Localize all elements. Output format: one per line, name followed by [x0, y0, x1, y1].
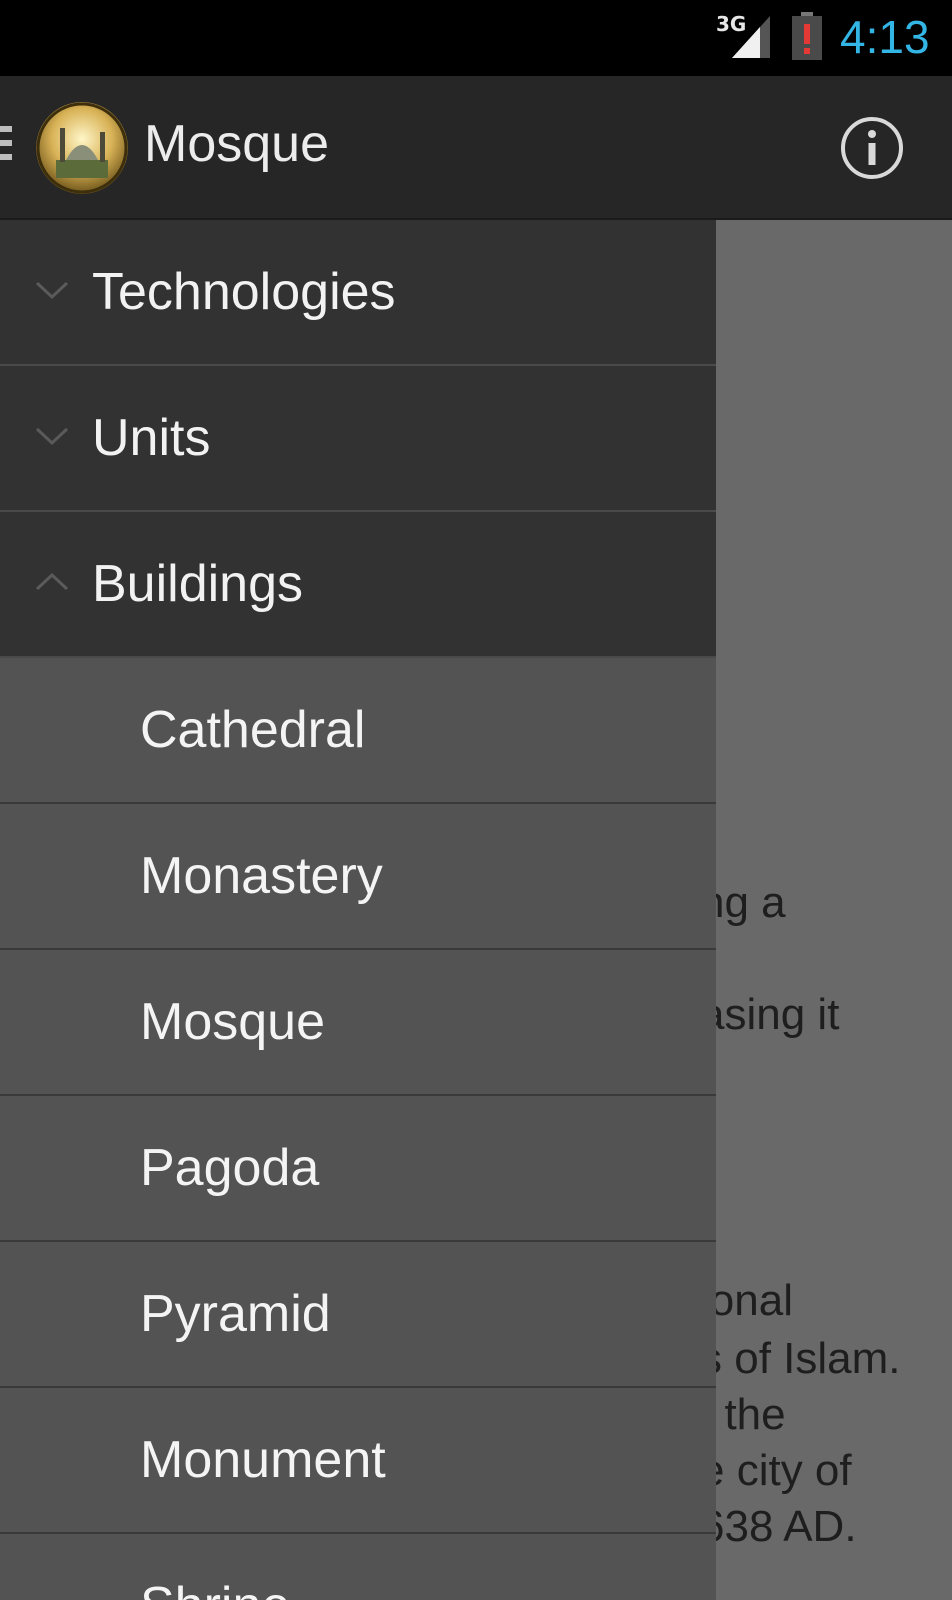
- content-text-line: 638 AD.: [700, 1502, 857, 1551]
- drawer-item-label: Shrine: [140, 1576, 290, 1600]
- content-text-line: s of Islam.: [700, 1334, 901, 1383]
- drawer-group-label: Units: [92, 409, 211, 467]
- chevron-down-icon: [35, 427, 69, 446]
- drawer-item-shrine[interactable]: Shrine: [0, 1534, 716, 1600]
- drawer-group-label: Buildings: [92, 555, 304, 613]
- signal-icon: [732, 16, 770, 58]
- drawer-group-label: Technologies: [92, 263, 396, 321]
- drawer-item-cathedral[interactable]: Cathedral: [0, 658, 716, 804]
- drawer-item-label: Pyramid: [140, 1285, 331, 1343]
- drawer-item-mosque[interactable]: Mosque: [0, 950, 716, 1096]
- clock: 4:13: [840, 11, 930, 63]
- drawer-item-label: Pagoda: [140, 1139, 320, 1197]
- drawer-item-monastery[interactable]: Monastery: [0, 804, 716, 950]
- drawer-indicator-icon[interactable]: [0, 126, 12, 170]
- drawer-group-buildings[interactable]: Buildings: [0, 512, 716, 658]
- drawer-item-label: Monument: [140, 1431, 386, 1489]
- app-icon[interactable]: [36, 102, 128, 194]
- action-bar: Mosque: [0, 76, 952, 220]
- chevron-up-icon: [35, 572, 69, 591]
- drawer-group-technologies[interactable]: Technologies: [0, 220, 716, 366]
- content-text-line: e city of: [700, 1446, 852, 1495]
- drawer-item-label: Cathedral: [140, 701, 366, 759]
- drawer-item-label: Monastery: [140, 847, 383, 905]
- chevron-down-icon: [35, 281, 69, 300]
- battery-alert-icon: [792, 12, 822, 60]
- drawer-item-pyramid[interactable]: Pyramid: [0, 1242, 716, 1388]
- status-bar: 3G 4:13: [0, 0, 952, 76]
- page-title: Mosque: [144, 115, 329, 173]
- navigation-drawer: Technologies Units Buildings Cathedral M…: [0, 220, 716, 1600]
- drawer-item-monument[interactable]: Monument: [0, 1388, 716, 1534]
- info-icon[interactable]: [840, 116, 904, 180]
- content-text-line: asing it: [700, 990, 840, 1039]
- drawer-group-units[interactable]: Units: [0, 366, 716, 512]
- drawer-item-pagoda[interactable]: Pagoda: [0, 1096, 716, 1242]
- drawer-item-label: Mosque: [140, 993, 325, 1051]
